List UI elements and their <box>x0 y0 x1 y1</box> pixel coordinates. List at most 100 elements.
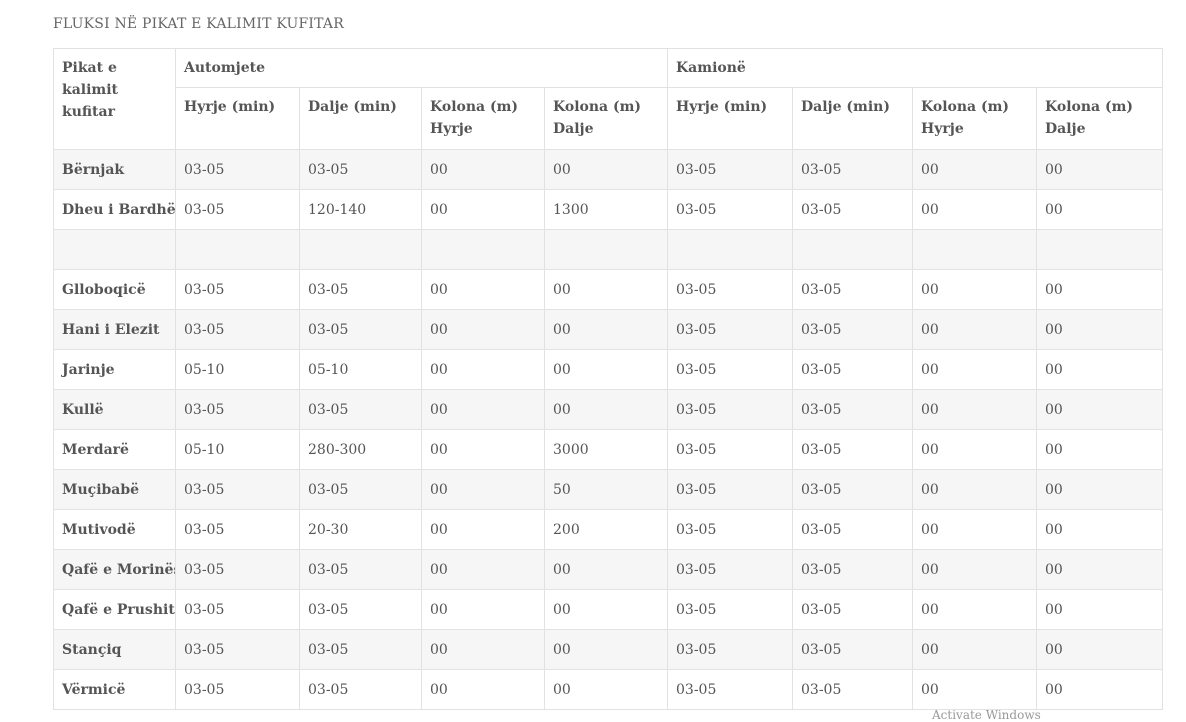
table-cell: 03-05 <box>175 149 300 190</box>
table-cell: 00 <box>912 549 1038 590</box>
column-header: Hyrje (min) <box>667 87 794 150</box>
table-cell: 00 <box>912 389 1038 430</box>
table-cell <box>543 229 669 270</box>
row-label: Qafë e Prushit <box>53 589 176 630</box>
table-cell: 03-05 <box>667 469 794 510</box>
table-cell: 03-05 <box>667 309 794 350</box>
table-cell: 03-05 <box>175 269 300 310</box>
table-cell: 00 <box>1036 309 1164 350</box>
table-cell: 00 <box>421 389 545 430</box>
table-cell: 03-05 <box>792 549 914 590</box>
table-cell: 00 <box>912 509 1038 550</box>
header-corner: Pikat e kalimit kufitar <box>53 48 176 150</box>
table-row: Muçibabë 03-05 03-05 00 50 03-05 03-05 00 00 <box>53 469 1164 510</box>
table-cell: 03-05 <box>667 549 794 590</box>
table-cell: 00 <box>421 589 545 630</box>
table-cell: 03-05 <box>792 629 914 670</box>
table-cell: 00 <box>543 349 669 390</box>
table-cell: 00 <box>912 469 1038 510</box>
table-cell: 00 <box>912 429 1038 470</box>
table-cell: 3000 <box>543 429 669 470</box>
table-cell: 03-05 <box>299 309 422 350</box>
table-cell: 00 <box>421 549 545 590</box>
table-cell: 03-05 <box>792 189 914 230</box>
table-cell: 00 <box>1036 389 1164 430</box>
table-cell: 03-05 <box>175 629 300 670</box>
table-cell: 05-10 <box>299 349 422 390</box>
table-cell: 00 <box>912 349 1038 390</box>
table-cell <box>792 229 914 270</box>
table-cell: 03-05 <box>299 389 422 430</box>
table-cell: 03-05 <box>299 589 422 630</box>
table-row: Glloboqicë 03-05 03-05 00 00 03-05 03-05 00 00 <box>53 269 1164 310</box>
table-cell: 03-05 <box>792 669 914 710</box>
table-cell: 00 <box>543 149 669 190</box>
row-label: Muçibabë <box>53 469 176 510</box>
table-cell: 05-10 <box>175 429 300 470</box>
table-cell: 03-05 <box>667 629 794 670</box>
row-label: Bërnjak <box>53 149 176 190</box>
table-cell: 03-05 <box>299 629 422 670</box>
table-row: Hani i Elezit 03-05 03-05 00 00 03-05 03-05 00 0… <box>53 309 1164 350</box>
row-label: Merdarë <box>53 429 176 470</box>
table-cell: 03-05 <box>667 509 794 550</box>
table-cell: 03-05 <box>175 669 300 710</box>
table-row: Dheu i Bardhë 03-05 120-140 00 1300 03-05 03-0… <box>53 189 1164 230</box>
row-label: Dheu i Bardhë <box>53 189 176 230</box>
table-cell: 00 <box>421 469 545 510</box>
table-cell: 03-05 <box>667 189 794 230</box>
table-row: Kullë 03-05 03-05 00 00 03-05 03-05 00 00 <box>53 389 1164 430</box>
table-cell: 00 <box>543 629 669 670</box>
table-cell: 00 <box>912 269 1038 310</box>
table-cell: 03-05 <box>667 349 794 390</box>
table-cell: 50 <box>543 469 669 510</box>
table-cell: 280-300 <box>299 429 422 470</box>
table-cell <box>175 229 300 270</box>
table-cell: 00 <box>421 269 545 310</box>
table-cell: 03-05 <box>175 309 300 350</box>
column-header: Kolona (m) Hyrje <box>421 87 545 150</box>
activate-windows-watermark: Activate Windows <box>932 708 1041 722</box>
table-cell: 03-05 <box>175 389 300 430</box>
table-cell: 00 <box>1036 629 1164 670</box>
row-label: Jarinje <box>53 349 176 390</box>
table-cell: 00 <box>421 349 545 390</box>
page-title: FLUKSI NË PIKAT E KALIMIT KUFITAR <box>53 16 344 32</box>
table-row: Jarinje 05-10 05-10 00 00 03-05 03-05 00 00 <box>53 349 1164 390</box>
header-group-trucks: Kamionë <box>667 48 1164 88</box>
table-cell: 00 <box>421 309 545 350</box>
table-cell: 00 <box>421 669 545 710</box>
table-cell: 03-05 <box>792 269 914 310</box>
table-cell: 03-05 <box>792 389 914 430</box>
table-cell: 00 <box>1036 469 1164 510</box>
table-cell: 00 <box>1036 269 1164 310</box>
table-cell: 03-05 <box>299 269 422 310</box>
table-cell: 03-05 <box>667 669 794 710</box>
table-cell: 03-05 <box>175 589 300 630</box>
table-cell: 00 <box>421 509 545 550</box>
table-cell: 00 <box>912 589 1038 630</box>
row-label <box>53 229 176 270</box>
table-cell: 00 <box>912 149 1038 190</box>
table-cell: 00 <box>1036 149 1164 190</box>
table-cell: 03-05 <box>299 669 422 710</box>
table-cell: 1300 <box>543 189 669 230</box>
table-row <box>53 229 1164 270</box>
table-cell <box>667 229 794 270</box>
table-cell: 03-05 <box>792 589 914 630</box>
table-cell: 03-05 <box>667 429 794 470</box>
row-label: Vërmicë <box>53 669 176 710</box>
table-cell: 00 <box>421 429 545 470</box>
table-cell: 00 <box>912 309 1038 350</box>
row-label: Hani i Elezit <box>53 309 176 350</box>
table-cell: 00 <box>1036 189 1164 230</box>
column-header: Hyrje (min) <box>175 87 300 150</box>
column-header: Dalje (min) <box>299 87 422 150</box>
row-label: Qafë e Morinës <box>53 549 176 590</box>
table-cell: 00 <box>1036 549 1164 590</box>
table-cell: 03-05 <box>792 429 914 470</box>
table-row: Qafë e Prushit 03-05 03-05 00 00 03-05 03-05 00… <box>53 589 1164 630</box>
table-cell: 05-10 <box>175 349 300 390</box>
table-cell: 03-05 <box>175 549 300 590</box>
table-row: Bërnjak 03-05 03-05 00 00 03-05 03-05 00 00 <box>53 149 1164 190</box>
